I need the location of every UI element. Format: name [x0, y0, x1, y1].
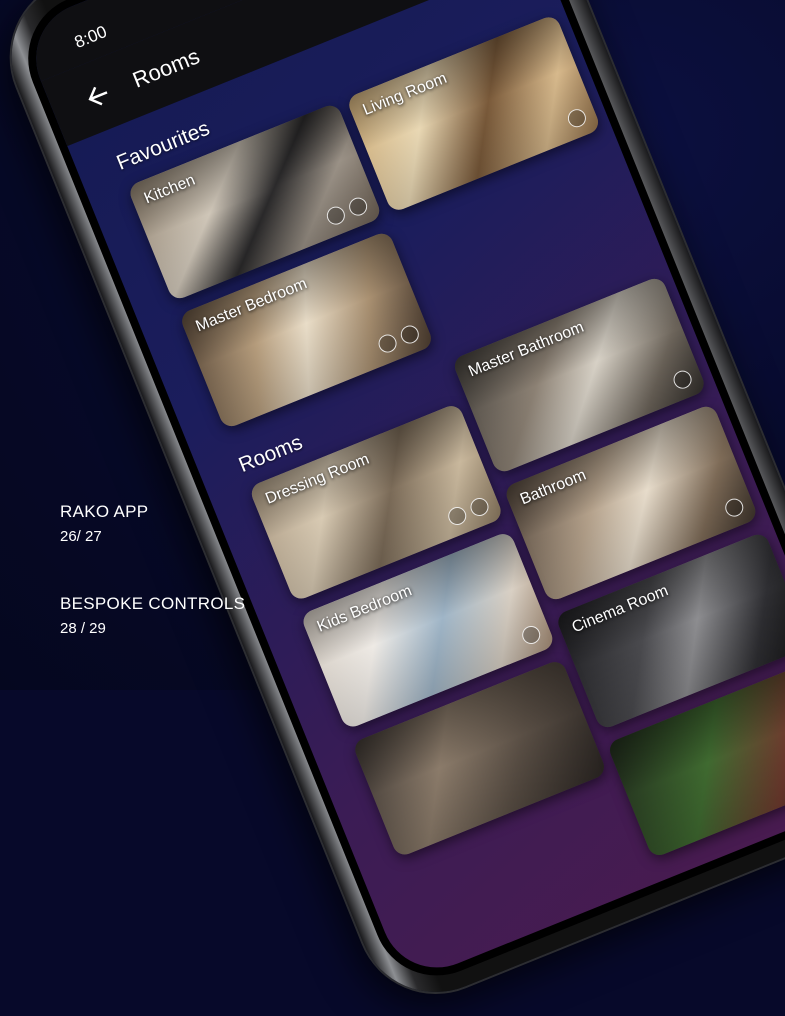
caption-rako-app: RAKO APP 26/ 27: [60, 502, 148, 545]
room-card-living-room[interactable]: Living Room: [345, 13, 602, 214]
caption-title: RAKO APP: [60, 502, 149, 521]
status-time: 8:00: [71, 21, 110, 52]
back-arrow-icon[interactable]: [78, 77, 117, 116]
caption-pages: 28 / 29: [60, 620, 106, 637]
page-title: Rooms: [129, 43, 204, 93]
card-shade: [345, 13, 602, 214]
caption-bespoke-controls: BESPOKE CONTROLS 28 / 29: [60, 594, 245, 637]
caption-pages: 26/ 27: [60, 528, 102, 545]
caption-title: BESPOKE CONTROLS: [60, 594, 246, 613]
